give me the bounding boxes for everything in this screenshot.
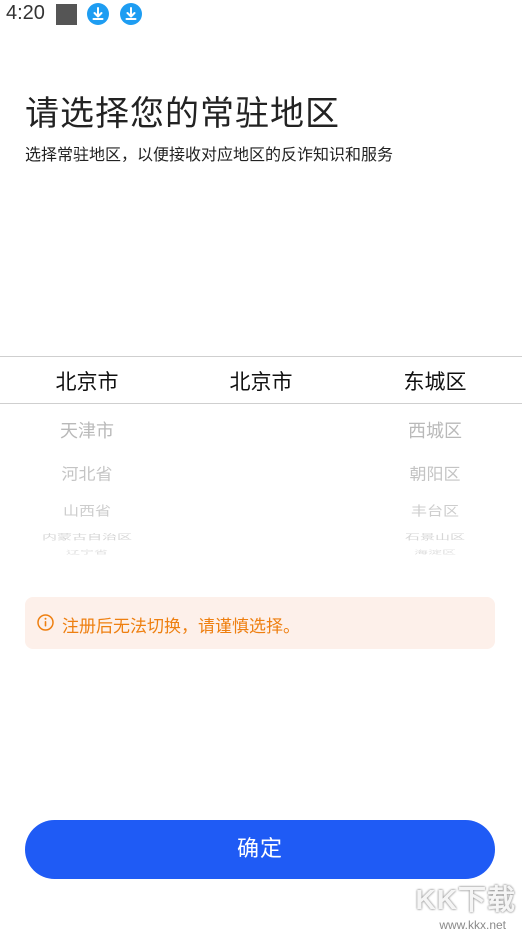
- region-picker[interactable]: 北京市 天津市 河北省 山西省 内蒙古自治区 辽宁省 北京市 东城区 西城区 朝…: [0, 356, 522, 556]
- status-bar: 4:20: [0, 0, 522, 30]
- city-wheel[interactable]: 北京市: [174, 356, 348, 556]
- province-selected[interactable]: 北京市: [0, 366, 174, 396]
- city-selected[interactable]: 北京市: [174, 366, 348, 396]
- district-option[interactable]: 石景山区: [348, 531, 522, 542]
- download-icon: [87, 3, 109, 25]
- province-option[interactable]: 河北省: [0, 461, 174, 484]
- district-option[interactable]: 朝阳区: [348, 461, 522, 484]
- status-time: 4:20: [6, 2, 45, 24]
- watermark-url: www.kkx.net: [439, 918, 506, 932]
- warning-text: 注册后无法切换，请谨慎选择。: [62, 617, 300, 637]
- district-selected[interactable]: 东城区: [348, 366, 522, 396]
- notification-square-icon: [56, 4, 77, 25]
- page-title: 请选择您的常驻地区: [25, 94, 340, 134]
- district-option[interactable]: 海淀区: [348, 549, 522, 556]
- province-wheel[interactable]: 北京市 天津市 河北省 山西省 内蒙古自治区 辽宁省: [0, 356, 174, 556]
- province-option[interactable]: 辽宁省: [0, 549, 174, 556]
- province-option[interactable]: 山西省: [0, 500, 174, 520]
- watermark-logo: KK下载: [415, 884, 516, 915]
- district-wheel[interactable]: 东城区 西城区 朝阳区 丰台区 石景山区 海淀区: [348, 356, 522, 556]
- watermark: KK下载 www.kkx.net: [402, 876, 522, 935]
- province-option[interactable]: 天津市: [0, 417, 174, 443]
- download-icon: [120, 3, 142, 25]
- warning-notice: 注册后无法切换，请谨慎选择。: [25, 597, 495, 649]
- district-option[interactable]: 丰台区: [348, 500, 522, 520]
- page-subtitle: 选择常驻地区，以便接收对应地区的反诈知识和服务: [25, 145, 394, 164]
- confirm-button[interactable]: 确定: [25, 820, 495, 879]
- province-option[interactable]: 内蒙古自治区: [0, 531, 174, 542]
- district-option[interactable]: 西城区: [348, 417, 522, 443]
- info-icon: [37, 614, 54, 631]
